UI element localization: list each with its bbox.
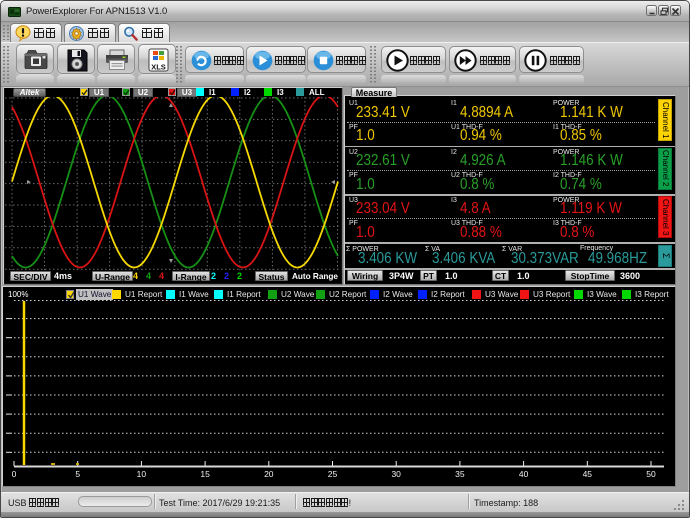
svg-text:10: 10 [137,469,147,479]
svg-text:0: 0 [12,469,17,479]
svg-text:50: 50 [646,469,656,479]
svg-text:25: 25 [328,469,338,479]
svg-text:30: 30 [391,469,401,479]
svg-text:20: 20 [264,469,274,479]
svg-text:45: 45 [583,469,593,479]
svg-text:XLS: XLS [151,63,166,72]
svg-text:15: 15 [200,469,210,479]
svg-text:5: 5 [75,469,80,479]
svg-text:35: 35 [455,469,465,479]
svg-text:40: 40 [519,469,529,479]
